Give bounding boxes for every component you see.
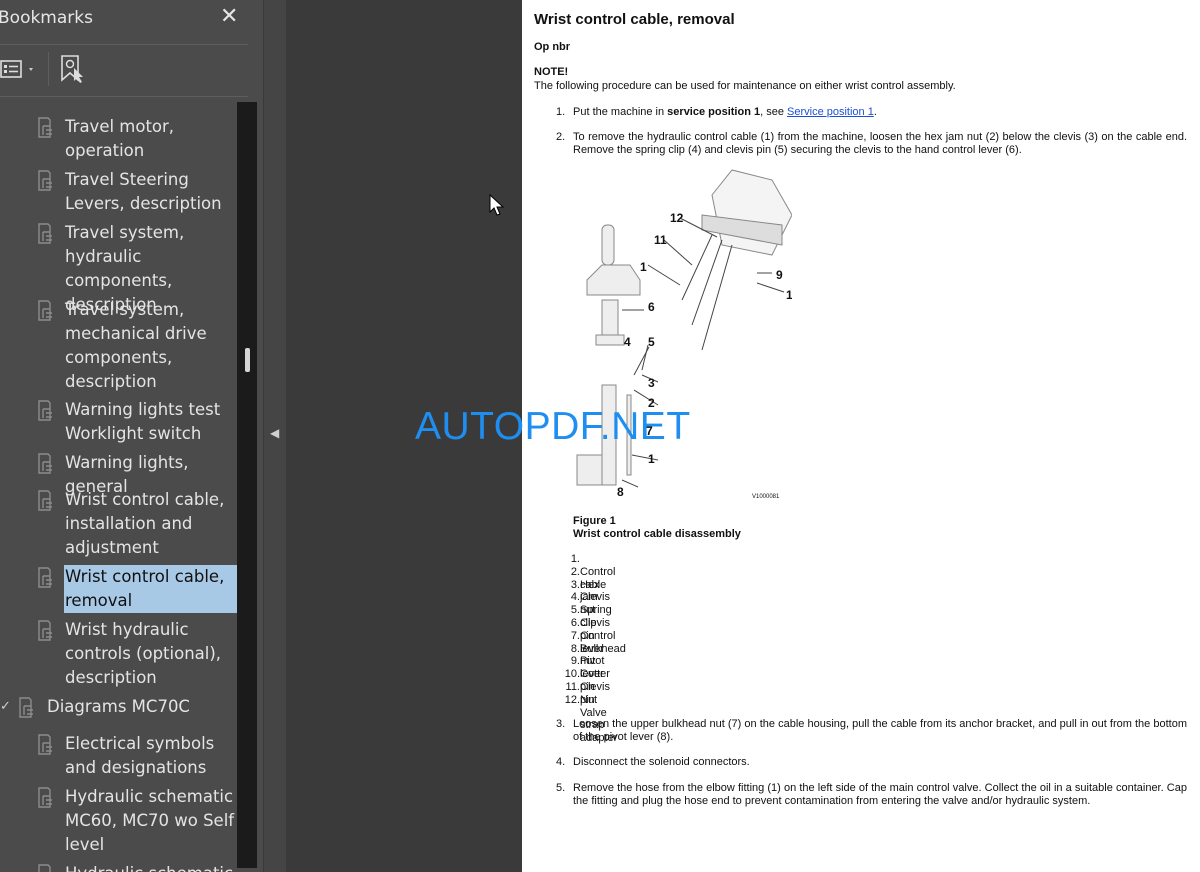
callout-9: 9 [776,268,783,282]
legend-number: 2. [570,565,580,578]
figure-diagram: 12 11 1 9 10 6 5 4 3 2 7 1 8 V1000081 [576,169,792,500]
bookmark-page-icon [37,223,55,245]
callout-10: 10 [786,288,792,302]
bookmark-label: Wrist hydraulic controls (optional), des… [65,620,222,687]
callout-6: 6 [648,300,655,314]
callout-4: 4 [624,335,631,349]
op-number: Op nbr [534,41,571,53]
figure-label: Figure 1 [573,515,616,527]
bookmark-label: Hydraulic schematic MC60, MC70 wo Self l… [65,787,235,854]
bookmark-page-icon [37,400,55,422]
legend-number: 1. [570,553,580,565]
bookmark-find-icon [61,55,83,83]
figure-code: V1000081 [752,494,780,500]
service-position-link[interactable]: Service position 1 [787,106,874,118]
mouse-cursor-icon [489,194,505,216]
legend-number: 3. [570,578,580,591]
collapse-panel-icon[interactable]: ◀ [270,426,279,440]
step-text: Put the machine in [573,106,668,118]
panel-title: Bookmarks [0,8,93,28]
bookmark-label: Hydraulic schematic [64,862,237,872]
bookmark-page-icon [37,787,55,809]
bookmark-page-icon [18,697,36,719]
step-bold-text: service position 1 [667,106,761,118]
legend-number: 6. [570,617,580,629]
step-number: 5. [556,782,566,794]
bookmark-label: Travel Steering Levers, description [65,170,222,213]
options-menu-button[interactable] [0,58,40,82]
legend-number: 7. [570,629,580,642]
bookmark-label: Travel system, mechanical drive componen… [65,300,207,391]
watermark: AUTOPDF.NET [415,405,691,448]
step-number: 3. [556,718,566,730]
scrollbar-thumb[interactable] [245,348,250,372]
step-number: 2. [556,131,566,143]
list-options-icon [0,60,33,78]
scrollbar[interactable] [237,102,257,868]
callout-1: 1 [640,260,647,274]
bookmark-page-icon [37,620,55,642]
bookmark-label: Warning lights test Worklight switch [65,400,221,443]
step-text: Loosen the upper bulkhead nut (7) on the… [573,718,1187,743]
step-text: Disconnect the solenoid connectors. [573,756,750,768]
bookmark-page-icon [37,490,55,512]
close-icon[interactable]: ✕ [220,4,238,29]
bookmark-label: Diagrams MC70C [47,697,190,716]
legend-number: 12. [564,693,580,706]
figure-caption: Wrist control cable disassembly [573,528,741,540]
bookmark-label: Wrist control cable, removal [64,565,237,613]
legend-number: 4. [570,591,580,604]
bookmark-page-icon [37,170,55,192]
legend-number: 9. [570,655,580,668]
step-text: Remove the hose from the elbow fitting (… [573,782,1187,807]
bookmark-page-icon [37,300,55,322]
bookmark-page-icon [37,453,55,475]
page-title: Wrist control cable, removal [534,11,735,28]
callout-8: 8 [617,485,624,499]
callout-12: 12 [670,211,684,225]
callout-3: 3 [648,376,655,390]
bookmark-page-icon [37,864,55,872]
step-text: . [873,106,877,118]
bookmarks-panel: Bookmarks ✕ Travel motor, operation Trave… [0,0,264,872]
legend-number: 5. [570,604,580,617]
toolbar-divider [48,52,49,86]
bookmark-page-icon [37,117,55,139]
bookmark-page-icon [37,734,55,756]
bookmark-label: Wrist control cable, installation and ad… [65,490,225,557]
step-number: 1. [556,106,566,118]
legend-number: 8. [570,642,580,655]
callout-11: 11 [654,233,667,247]
step-text: To remove the hydraulic control cable (1… [573,131,1187,156]
bookmark-label: Travel motor, operation [65,117,175,160]
callout-1b: 1 [648,452,655,466]
step-text: , see [760,106,788,118]
find-current-bookmark-button[interactable] [60,54,88,84]
note-label: NOTE! [534,66,569,78]
step-number: 4. [556,756,566,768]
callout-5: 5 [648,335,655,349]
legend-number: 10. [564,668,580,681]
legend-number: 11. [565,681,580,693]
bookmark-label: Electrical symbols and designations [65,734,215,777]
bookmark-page-icon [37,567,55,589]
note-text: The following procedure can be used for … [534,80,956,92]
chevron-down-icon[interactable]: ✓ [0,695,11,719]
divider [0,44,248,45]
bookmark-tree: Travel motor, operation Travel Steering L… [0,97,237,872]
